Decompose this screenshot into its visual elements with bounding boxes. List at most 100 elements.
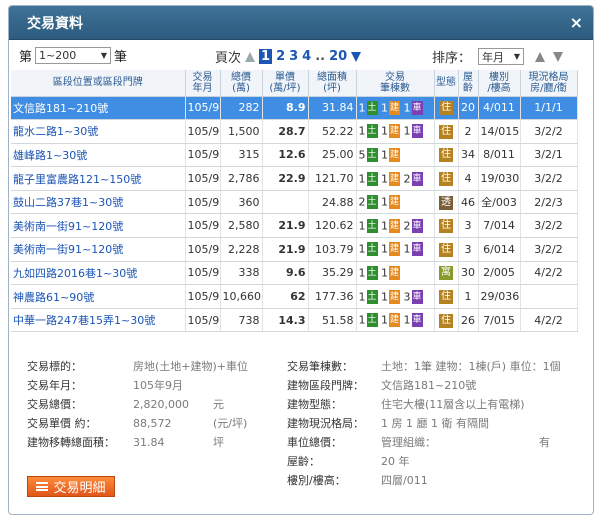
unit-price-cell: 62 <box>262 284 309 309</box>
parking-count: 1 <box>403 242 411 256</box>
table-row[interactable]: 龍水二路1~30號 105/9 1,500 28.7 52.22 1 土 1建 1車 住21… <box>11 119 578 144</box>
column-header[interactable]: 現況格局 房/廳/衛 <box>520 70 578 97</box>
range-prefix: 第 <box>19 49 33 65</box>
detail-value: 文信路181~210號 <box>381 379 477 392</box>
address-cell: 龍子里富農路121~150號 <box>11 166 186 191</box>
table-row[interactable]: 美術南一街91~120號 105/9 2,228 21.9 103.79 1 土 1建 1車… <box>11 237 578 262</box>
detail-row: 樓別/樓高： 四層/011 <box>287 472 587 490</box>
transaction-detail-button[interactable]: 交易明細 <box>27 476 115 497</box>
detail-value: 四層/011 <box>381 474 428 487</box>
next-page-icon[interactable] <box>351 51 362 62</box>
detail-key: 建物型態： <box>287 398 342 411</box>
table-row[interactable]: 九如四路2016巷1~30號 105/9 338 9.6 35.29 1 土 1建 寓 30 2… <box>11 261 578 286</box>
floor-cell: 7/014 <box>478 213 521 239</box>
page-link-20[interactable]: 20 <box>329 49 347 64</box>
building-count: 1 <box>381 266 388 280</box>
table-row[interactable]: 文信路181~210號 105/9 282 8.9 31.84 1 土 1建 1車 住 20 4… <box>11 96 578 121</box>
land-count: 1 <box>358 172 366 186</box>
page-link-2[interactable]: 2 <box>276 49 285 64</box>
year-month-cell: 105/9 <box>185 96 221 121</box>
layout-cell <box>520 284 578 309</box>
dialog-titlebar: 交易資料 × <box>9 6 593 40</box>
column-header[interactable]: 總面積 (坪) <box>308 70 357 97</box>
unit-price-cell: 22.9 <box>262 166 309 191</box>
area-cell: 121.70 <box>308 166 357 191</box>
column-header[interactable]: 型態 <box>434 70 459 97</box>
detail-value: 20 年 <box>381 455 410 468</box>
column-header[interactable]: 總價 (萬) <box>220 70 263 97</box>
column-header[interactable]: 樓別 /樓高 <box>478 70 521 97</box>
table-row[interactable]: 中華一路247巷15弄1~30號 105/9 738 14.3 51.58 1 土 1建 1… <box>11 308 578 333</box>
column-header[interactable]: 單價 (萬/坪) <box>262 70 309 97</box>
dialog-title: 交易資料 <box>27 15 83 32</box>
floor-cell: 2/005 <box>478 261 521 286</box>
detail-value: 31.84 <box>133 436 165 449</box>
column-header[interactable]: 交易 筆棟數 <box>356 70 435 97</box>
year-month-cell: 105/9 <box>185 213 221 239</box>
building-count: 1 <box>381 219 388 233</box>
type-cell: 住 <box>434 213 459 239</box>
detail-key: 交易總價： <box>27 398 82 411</box>
type-cell: 住 <box>434 119 459 144</box>
chevron-down-icon: ▼ <box>513 52 520 61</box>
land-count: 5 <box>358 148 366 162</box>
page-link-1[interactable]: 1 <box>259 49 273 64</box>
range-select[interactable]: 1~200 ▼ <box>35 46 112 64</box>
building-count: 1 <box>381 172 388 186</box>
detail-key: 樓別/樓高： <box>287 474 346 487</box>
age-cell: 46 <box>458 190 479 215</box>
table-row[interactable]: 鼓山二路37巷1~30號 105/9 360 24.88 2 土 1建 透 46 全/003 2… <box>11 190 578 215</box>
transaction-detail-label: 交易明細 <box>53 481 106 496</box>
land-badge: 土 <box>366 265 378 280</box>
table-row[interactable]: 龍子里富農路121~150號 105/9 2,786 22.9 121.70 1 土 1建 … <box>11 166 578 191</box>
transaction-dialog: 交易資料 × 第 1~200 ▼ 筆 頁次 1 2 3 4 .. 20 排序： … <box>8 5 594 515</box>
land-count: 1 <box>358 101 366 115</box>
land-badge: 土 <box>366 289 378 304</box>
building-count: 1 <box>381 101 388 115</box>
table-row[interactable]: 雄峰路1~30號 105/9 315 12.6 25.00 5 土 1建 住 34 8/011 3… <box>11 143 578 168</box>
total-price-cell: 2,228 <box>220 237 263 262</box>
area-cell: 25.00 <box>308 143 357 168</box>
sort-asc-icon[interactable] <box>535 51 545 62</box>
age-cell: 30 <box>458 261 479 286</box>
layout-cell: 3/2/2 <box>520 119 578 144</box>
detail-row: 交易標的： 房地(土地+建物)+車位 <box>27 358 277 376</box>
unit-price-cell: 28.7 <box>262 119 309 144</box>
counts-cell: 1土 1建 2車 <box>356 213 435 239</box>
prev-page-icon[interactable] <box>245 51 256 62</box>
year-month-cell: 105/9 <box>185 190 221 215</box>
close-icon[interactable]: × <box>570 13 583 32</box>
page-link-4[interactable]: 4 <box>302 49 311 64</box>
counts-cell: 1土 1建 1車 <box>356 96 435 121</box>
page-link-3[interactable]: 3 <box>289 49 298 64</box>
detail-row: 交易單價 約： 88,572 (元/坪) <box>27 415 277 433</box>
land-badge: 土 <box>366 124 378 139</box>
type-cell: 住 <box>434 284 459 309</box>
detail-row: 建物區段門牌： 文信路181~210號 <box>287 377 587 395</box>
table-row[interactable]: 神農路61~90號 105/9 10,660 62 177.36 1 土 1建 3車 住12… <box>11 284 578 309</box>
total-price-cell: 282 <box>220 96 263 121</box>
column-header[interactable]: 區段位置或區段門牌 <box>11 70 186 97</box>
land-count: 1 <box>358 313 366 327</box>
age-cell: 34 <box>458 143 479 168</box>
sort-desc-icon[interactable] <box>553 51 563 62</box>
total-price-cell: 2,580 <box>220 213 263 239</box>
building-count: 1 <box>381 124 388 138</box>
layout-cell: 3/2/2 <box>520 213 578 239</box>
sort-select[interactable]: 年月 ▼ <box>478 48 524 65</box>
type-cell: 住 <box>434 96 459 121</box>
building-badge: 建 <box>389 218 400 233</box>
table-row[interactable]: 美術南一街91~120號 105/9 2,580 21.9 120.62 1 土 1建 2車… <box>11 213 578 239</box>
parking-badge: 車 <box>411 313 423 328</box>
year-month-cell: 105/9 <box>185 237 221 262</box>
parking-badge: 車 <box>411 124 423 139</box>
age-cell: 3 <box>458 213 479 239</box>
column-header[interactable]: 交易 年月 <box>185 70 221 97</box>
building-type-badge: 住 <box>439 242 453 257</box>
age-cell: 4 <box>458 166 479 191</box>
area-cell: 52.22 <box>308 119 357 144</box>
counts-cell: 5土 1建 <box>356 143 435 168</box>
column-header[interactable]: 屋 齡 <box>458 70 479 97</box>
area-cell: 31.84 <box>308 96 357 121</box>
address-cell: 文信路181~210號 <box>11 96 186 121</box>
